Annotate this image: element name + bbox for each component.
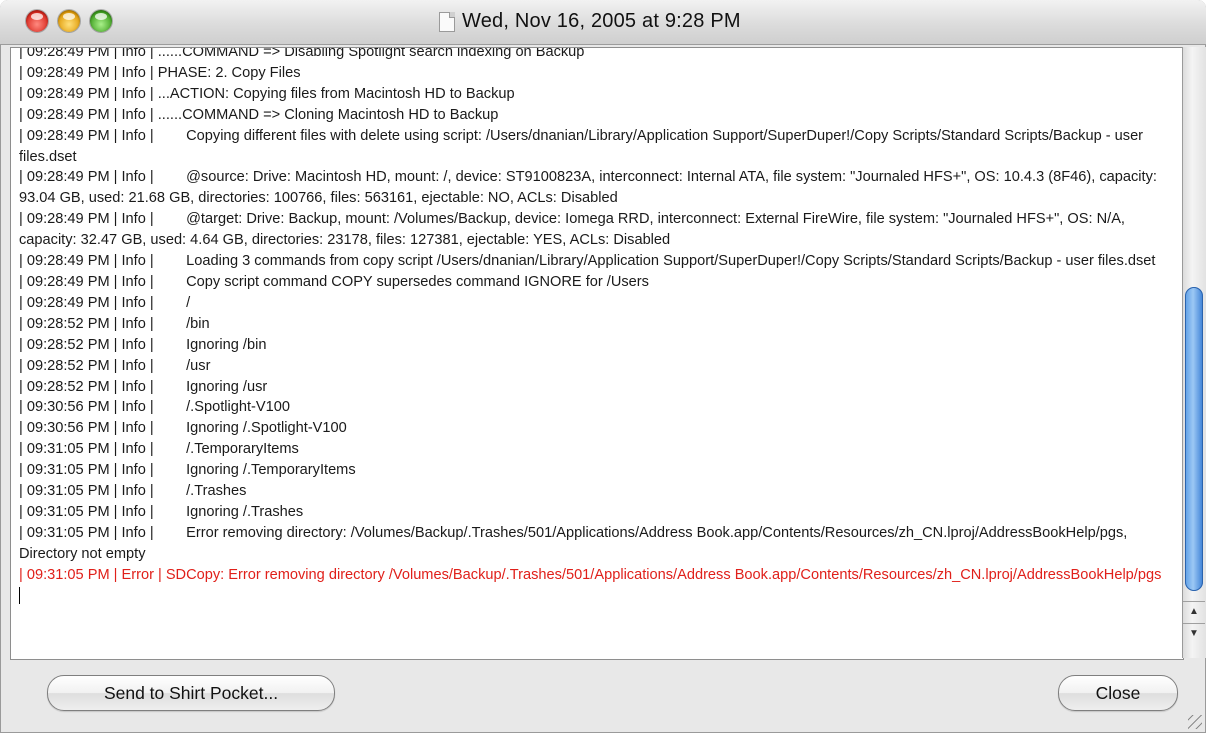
log-line: | 09:30:56 PM | Info | Ignoring /.Spotli… <box>19 420 347 437</box>
scrollbar-thumb[interactable] <box>1185 287 1203 591</box>
log-line: | 09:31:05 PM | Info | Error removing di… <box>19 524 1132 562</box>
log-line: | 09:28:49 PM | Info | / <box>19 294 191 311</box>
log-line: | 09:28:52 PM | Info | /bin <box>19 315 210 332</box>
scroll-up-icon[interactable]: ▲ <box>1183 601 1205 622</box>
minimize-window-icon[interactable] <box>58 10 80 32</box>
log-line: | 09:28:52 PM | Info | /usr <box>19 357 211 374</box>
log-line: | 09:28:49 PM | Info | Copying different… <box>19 127 1148 165</box>
document-icon <box>439 12 455 32</box>
log-line: | 09:28:49 PM | Info | ......COMMAND => … <box>19 47 585 60</box>
log-line: | 09:31:05 PM | Info | Ignoring /.Tempor… <box>19 462 356 479</box>
log-content: | 09:28:49 PM | Info | ......COMMAND => … <box>19 47 1171 607</box>
log-text-area[interactable]: | 09:28:49 PM | Info | ......COMMAND => … <box>10 47 1184 660</box>
log-line: | 09:31:05 PM | Info | /.Trashes <box>19 483 247 500</box>
title-bar[interactable]: Wed, Nov 16, 2005 at 9:28 PM <box>0 0 1206 45</box>
log-line: | 09:28:49 PM | Info | @source: Drive: M… <box>19 169 1162 207</box>
log-error-line: | 09:31:05 PM | Error | SDCopy: Error re… <box>19 566 1162 583</box>
log-line: | 09:30:56 PM | Info | /.Spotlight-V100 <box>19 399 290 416</box>
log-window: Wed, Nov 16, 2005 at 9:28 PM | 09:28:49 … <box>0 0 1206 733</box>
close-button[interactable]: Close <box>1058 675 1178 711</box>
text-caret <box>19 586 1171 607</box>
close-window-icon[interactable] <box>26 10 48 32</box>
vertical-scrollbar[interactable]: ▲ ▼ <box>1182 47 1206 658</box>
log-line: | 09:28:49 PM | Info | ...ACTION: Copyin… <box>19 85 515 102</box>
log-line: | 09:31:05 PM | Info | Ignoring /.Trashe… <box>19 503 304 520</box>
send-to-shirt-pocket-button[interactable]: Send to Shirt Pocket... <box>47 675 335 711</box>
window-title: Wed, Nov 16, 2005 at 9:28 PM <box>462 10 741 32</box>
log-line: | 09:31:05 PM | Info | /.TemporaryItems <box>19 441 299 458</box>
resize-grip-icon[interactable] <box>1188 715 1202 729</box>
log-line: | 09:28:49 PM | Info | Copy script comma… <box>19 273 649 290</box>
log-line: | 09:28:52 PM | Info | Ignoring /bin <box>19 336 267 353</box>
log-line: | 09:28:49 PM | Info | Loading 3 command… <box>19 253 1156 270</box>
zoom-window-icon[interactable] <box>90 10 112 32</box>
log-line: | 09:28:52 PM | Info | Ignoring /usr <box>19 378 268 395</box>
log-line: | 09:28:49 PM | Info | PHASE: 2. Copy Fi… <box>19 64 301 81</box>
window-controls <box>26 10 112 32</box>
log-line: | 09:28:49 PM | Info | ......COMMAND => … <box>19 106 499 123</box>
log-line: | 09:28:49 PM | Info | @target: Drive: B… <box>19 211 1130 249</box>
scroll-down-icon[interactable]: ▼ <box>1183 623 1205 644</box>
